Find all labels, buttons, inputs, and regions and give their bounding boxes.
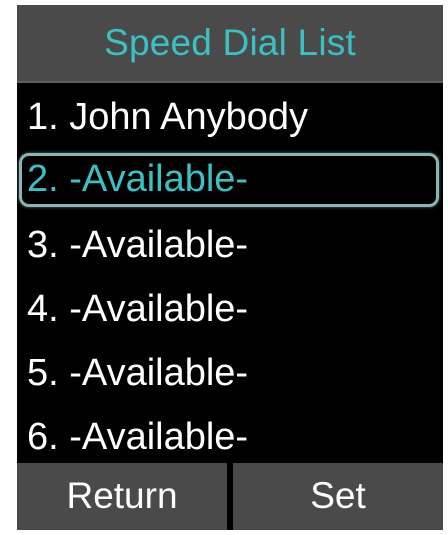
speed-dial-list: 1. John Anybody 2. -Available- 3. -Avail…: [17, 87, 443, 471]
speed-dial-entry-label: 4. -Available-: [27, 288, 249, 330]
speed-dial-entry-label: 2. -Available-: [27, 158, 249, 200]
speed-dial-entry-5[interactable]: 5. -Available-: [17, 343, 443, 407]
return-softkey-label: Return: [66, 475, 178, 516]
speed-dial-entry-label: 6. -Available-: [27, 416, 249, 458]
phone-screen: Speed Dial List 1. John Anybody 2. -Avai…: [17, 5, 443, 530]
return-softkey[interactable]: Return: [17, 463, 227, 530]
speed-dial-entry-label: 1. John Anybody: [27, 96, 308, 138]
speed-dial-entry-1[interactable]: 1. John Anybody: [17, 87, 443, 151]
softkey-bar: Return Set: [17, 463, 443, 530]
speed-dial-entry-6[interactable]: 6. -Available-: [17, 407, 443, 471]
set-softkey-label: Set: [310, 475, 366, 516]
speed-dial-entry-label: 5. -Available-: [27, 352, 249, 394]
speed-dial-entry-2[interactable]: 2. -Available-: [17, 151, 443, 215]
speed-dial-entry-4[interactable]: 4. -Available-: [17, 279, 443, 343]
screen-title: Speed Dial List: [104, 21, 356, 63]
set-softkey[interactable]: Set: [233, 463, 443, 530]
title-bar: Speed Dial List: [17, 5, 443, 83]
speed-dial-entry-3[interactable]: 3. -Available-: [17, 215, 443, 279]
speed-dial-entry-label: 3. -Available-: [27, 224, 249, 266]
